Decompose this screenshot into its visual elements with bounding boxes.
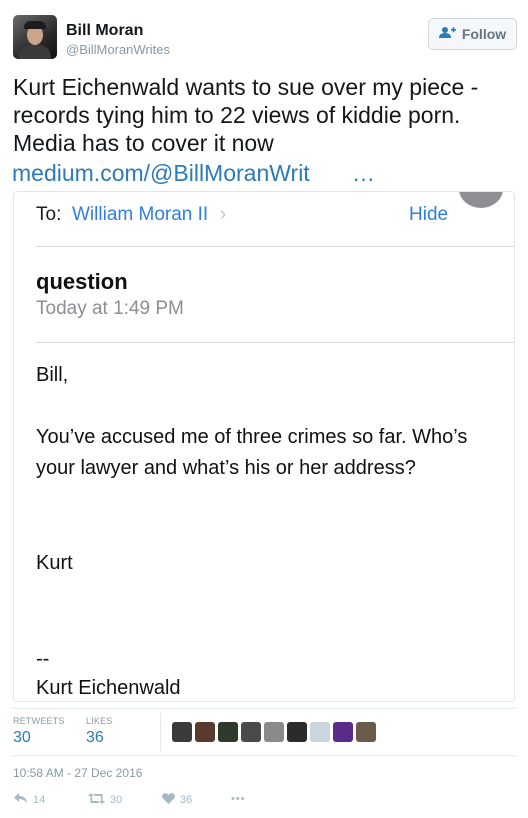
liker-avatar[interactable]	[310, 722, 330, 742]
divider	[36, 246, 514, 247]
tweet-link[interactable]: medium.com/@BillMoranWrit	[12, 159, 310, 187]
stats-separator	[160, 713, 161, 751]
heart-icon	[162, 793, 175, 807]
liker-avatar[interactable]	[356, 722, 376, 742]
liker-avatars	[172, 722, 376, 742]
liker-avatar[interactable]	[333, 722, 353, 742]
like-count: 36	[180, 794, 193, 806]
mail-signoff: Kurt	[36, 552, 73, 574]
divider	[13, 708, 515, 709]
author-handle[interactable]: @BillMoranWrites	[66, 42, 170, 57]
attached-image-card[interactable]: To: William Moran II › Hide question Tod…	[13, 191, 515, 702]
mail-signature: Kurt Eichenwald	[36, 677, 181, 699]
chevron-right-icon: ›	[220, 204, 227, 225]
likes-label: LIKES	[86, 716, 113, 726]
divider	[13, 755, 515, 756]
like-button[interactable]: 36	[162, 793, 192, 807]
divider	[36, 342, 514, 343]
add-user-icon	[438, 26, 456, 42]
mail-recipient: William Moran II	[72, 204, 209, 225]
mail-signature-dashes: --	[36, 648, 50, 670]
liker-avatar[interactable]	[264, 722, 284, 742]
author-name[interactable]: Bill Moran	[66, 22, 143, 40]
liker-avatar[interactable]	[287, 722, 307, 742]
tweet-timestamp[interactable]: 10:58 AM - 27 Dec 2016	[13, 766, 142, 780]
retweets-label: RETWEETS	[13, 716, 65, 726]
retweet-icon	[88, 793, 105, 807]
more-icon: •••	[231, 793, 246, 805]
reply-count: 14	[33, 794, 46, 806]
avatar-body	[19, 45, 51, 59]
mail-to-label: To:	[36, 204, 62, 225]
liker-avatar[interactable]	[172, 722, 192, 742]
more-button[interactable]: •••	[231, 793, 246, 805]
retweet-button[interactable]: 30	[88, 793, 122, 807]
reply-button[interactable]: 14	[14, 793, 45, 807]
tweet-text: Kurt Eichenwald wants to sue over my pie…	[13, 74, 479, 156]
mail-subject: question	[36, 269, 128, 294]
liker-avatar[interactable]	[218, 722, 238, 742]
liker-avatar[interactable]	[241, 722, 261, 742]
likes-count[interactable]: 36	[86, 729, 104, 747]
mail-greeting: Bill,	[36, 364, 69, 386]
mail-date: Today at 1:49 PM	[36, 298, 184, 319]
retweets-count[interactable]: 30	[13, 729, 31, 747]
mail-body-text: You’ve accused me of three crimes so far…	[36, 426, 468, 479]
mail-hide-link: Hide	[409, 204, 449, 225]
follow-button[interactable]: Follow	[428, 18, 517, 50]
tweet-link-ellipsis[interactable]: …	[352, 159, 375, 187]
retweet-count: 30	[110, 794, 123, 806]
avatar-cap	[24, 21, 46, 29]
author-avatar[interactable]	[13, 15, 57, 59]
liker-avatar[interactable]	[195, 722, 215, 742]
cropped-avatar-shape	[459, 192, 503, 208]
reply-icon	[14, 793, 28, 807]
follow-button-label: Follow	[461, 26, 507, 42]
